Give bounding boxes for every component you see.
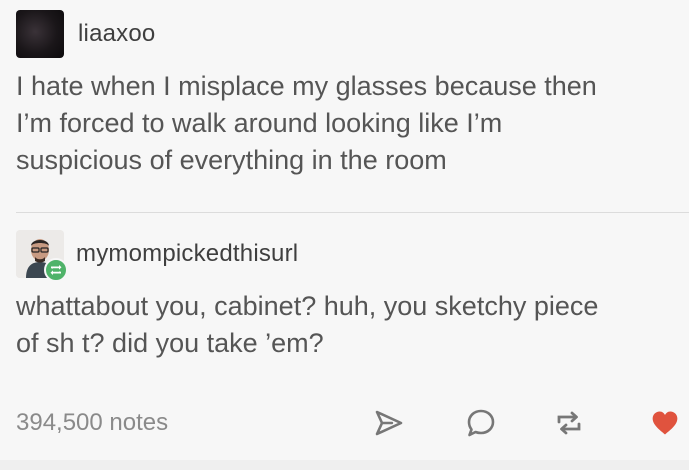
share-icon[interactable] bbox=[374, 408, 404, 438]
avatar[interactable] bbox=[16, 10, 64, 58]
like-icon[interactable] bbox=[650, 408, 680, 438]
reply-icon[interactable] bbox=[466, 408, 496, 438]
post-text: I hate when I misplace my glasses becaus… bbox=[16, 71, 597, 175]
post-entry: liaaxoo I hate when I misplace my glasse… bbox=[16, 10, 681, 179]
post-entry: mymompickedthisurl whattabout you, cabin… bbox=[16, 230, 681, 362]
post-footer: 394,500 notes bbox=[16, 398, 689, 448]
tumblr-post: liaaxoo I hate when I misplace my glasse… bbox=[0, 0, 689, 470]
divider bbox=[16, 212, 689, 213]
notes-count[interactable]: 394,500 notes bbox=[16, 409, 168, 437]
bottom-edge bbox=[0, 460, 689, 470]
username[interactable]: liaaxoo bbox=[78, 20, 155, 48]
username[interactable]: mymompickedthisurl bbox=[76, 240, 298, 268]
reblog-icon[interactable] bbox=[554, 408, 584, 438]
entry-header: mymompickedthisurl bbox=[16, 230, 681, 282]
avatar[interactable] bbox=[16, 230, 68, 282]
entry-header: liaaxoo bbox=[16, 10, 681, 58]
post-text: whattabout you, cabinet? huh, you sketch… bbox=[16, 291, 599, 358]
reblog-badge-icon bbox=[44, 258, 68, 282]
